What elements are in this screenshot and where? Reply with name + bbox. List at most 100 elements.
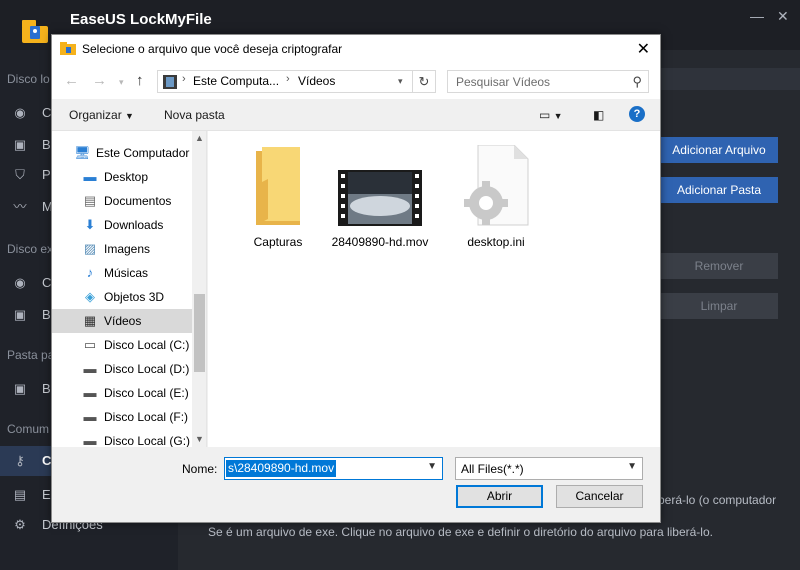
objects3d-icon: ◈	[85, 289, 95, 304]
pictures-icon: ▨	[83, 241, 97, 256]
scroll-down-icon[interactable]: ▼	[195, 434, 204, 444]
clear-button[interactable]: Limpar	[660, 293, 778, 319]
filetype-select[interactable]: All Files(*.*) ▼	[455, 457, 643, 480]
help-text-1: berá-lo (o computador	[658, 493, 777, 507]
navigation-bar: ← → ▾ ↑ › Este Computa... › Vídeos ▾ ↻ P…	[52, 63, 660, 99]
scroll-up-icon[interactable]: ▲	[195, 133, 204, 143]
file-item-video[interactable]: 28409890-hd.mov	[330, 145, 430, 265]
lock-icon: ▣	[13, 381, 27, 396]
gear-icon: ⚙	[14, 517, 26, 532]
videos-icon: ▦	[83, 313, 97, 328]
open-button[interactable]: Abrir	[456, 485, 543, 508]
refresh-icon[interactable]: ↻	[413, 70, 436, 93]
nav-item-documents[interactable]: ▤ Documentos	[52, 189, 192, 213]
drive-icon: ▬	[83, 433, 97, 447]
chevron-down-icon: ▼	[627, 461, 637, 472]
nav-item-drive-f[interactable]: ▬ Disco Local (F:)	[52, 405, 192, 429]
eye-hidden-icon: ◉	[14, 105, 26, 120]
up-arrow-icon[interactable]: ↑	[136, 72, 144, 89]
lock-icon: ▣	[13, 307, 27, 322]
nav-item-drive-e[interactable]: ▬ Disco Local (E:)	[52, 381, 192, 405]
app-name: EaseUS LockMyFile	[70, 11, 212, 28]
scrollbar-thumb[interactable]	[194, 294, 205, 372]
organize-button[interactable]: Organizar ▼	[69, 108, 134, 122]
documents-icon: ▤	[83, 193, 97, 208]
minimize-icon[interactable]: —	[750, 8, 764, 24]
chevron-down-icon[interactable]: ▼	[427, 461, 437, 472]
monitor-icon: 〰	[13, 199, 27, 214]
nav-item-videos[interactable]: ▦ Vídeos	[52, 309, 192, 333]
drive-icon: ▬	[83, 385, 97, 400]
new-folder-button[interactable]: Nova pasta	[164, 108, 225, 122]
drive-icon: ▬	[83, 361, 97, 376]
filename-value: s\28409890-hd.mov	[226, 460, 337, 477]
nav-item-downloads[interactable]: ⬇ Downloads	[52, 213, 192, 237]
videos-folder-icon	[163, 75, 177, 89]
chevron-down-icon: ▼	[125, 111, 134, 121]
remove-button[interactable]: Remover	[660, 253, 778, 279]
music-icon: ♪	[86, 265, 94, 280]
sidebar-section-local: Disco lo	[7, 72, 50, 86]
preview-pane-icon[interactable]: ◧	[593, 108, 604, 122]
view-options-icon[interactable]: ▭ ▼	[539, 108, 563, 122]
cancel-button[interactable]: Cancelar	[556, 485, 643, 508]
dialog-title: Selecione o arquivo que você deseja crip…	[82, 42, 343, 56]
nav-item-3d-objects[interactable]: ◈ Objetos 3D	[52, 285, 192, 309]
nav-item-drive-g[interactable]: ▬ Disco Local (G:)	[52, 429, 192, 447]
dialog-bottom-bar: Nome: s\28409890-hd.mov ▼ All Files(*.*)…	[52, 447, 660, 522]
file-item-folder[interactable]: Capturas	[228, 145, 328, 255]
filetype-value: All Files(*.*)	[461, 462, 524, 476]
filename-label: Nome:	[182, 462, 218, 476]
key-icon: ⚷	[15, 453, 25, 468]
forward-arrow-icon[interactable]: →	[92, 72, 107, 89]
computer-icon: 🖥	[74, 145, 91, 160]
breadcrumb-videos[interactable]: Vídeos	[298, 74, 335, 88]
nav-item-music[interactable]: ♪ Músicas	[52, 261, 192, 285]
navigation-pane: 🖥 Este Computador ▬ Desktop ▤ Documentos…	[52, 131, 207, 447]
chevron-right-icon: ›	[182, 73, 186, 85]
folder-icon	[256, 147, 300, 225]
search-placeholder: Pesquisar Vídeos	[456, 75, 551, 89]
close-icon[interactable]: ✕	[637, 39, 650, 59]
chevron-right-icon: ›	[286, 73, 290, 85]
nav-item-drive-d[interactable]: ▬ Disco Local (D:)	[52, 357, 192, 381]
nav-item-pictures[interactable]: ▨ Imagens	[52, 237, 192, 261]
nav-item-this-pc[interactable]: 🖥 Este Computador	[52, 141, 192, 165]
sidebar-section-external: Disco ex	[7, 242, 54, 256]
file-item-ini[interactable]: desktop.ini	[446, 145, 546, 255]
help-text-2: Se é um arquivo de exe. Clique no arquiv…	[208, 525, 713, 539]
nav-item-drive-c[interactable]: ▭ Disco Local (C:)	[52, 333, 192, 357]
add-file-button[interactable]: Adicionar Arquivo	[660, 137, 778, 163]
close-app-icon[interactable]: ✕	[777, 8, 789, 25]
open-file-dialog: Selecione o arquivo que você deseja crip…	[51, 34, 661, 523]
sidebar-section-shared: Pasta pa	[7, 348, 55, 362]
app-logo-icon	[22, 20, 48, 43]
file-list: Capturas 28409890-hd.mov desktop.ini	[208, 131, 660, 447]
dialog-toolbar: Organizar ▼ Nova pasta ▭ ▼ ◧ ?	[52, 99, 660, 131]
drive-icon: ▬	[83, 409, 97, 424]
address-bar[interactable]: › Este Computa... › Vídeos ▾	[157, 70, 413, 93]
dialog-titlebar: Selecione o arquivo que você deseja crip…	[52, 35, 660, 63]
back-arrow-icon[interactable]: ←	[64, 72, 79, 89]
recent-chevron-icon[interactable]: ▾	[119, 77, 124, 88]
video-thumbnail-icon	[338, 170, 422, 226]
lock-icon: ▣	[13, 137, 27, 152]
nav-item-desktop[interactable]: ▬ Desktop	[52, 165, 192, 189]
folder-lock-icon	[60, 42, 76, 55]
system-drive-icon: ▭	[83, 337, 97, 352]
breadcrumb-computer[interactable]: Este Computa...	[193, 74, 279, 88]
erase-icon: ▤	[13, 487, 27, 502]
downloads-icon: ⬇	[84, 217, 96, 232]
shield-icon: ⛉	[15, 167, 25, 182]
filename-input[interactable]: s\28409890-hd.mov ▼	[224, 457, 443, 480]
sidebar-section-common: Comum	[7, 422, 50, 436]
desktop-icon: ▬	[83, 169, 97, 184]
add-folder-button[interactable]: Adicionar Pasta	[660, 177, 778, 203]
help-icon[interactable]: ?	[629, 106, 645, 122]
search-input[interactable]: Pesquisar Vídeos ⚲	[447, 70, 649, 93]
search-icon: ⚲	[632, 74, 642, 89]
address-dropdown-icon[interactable]: ▾	[398, 76, 403, 87]
settings-file-icon	[464, 145, 529, 226]
eye-hidden-icon: ◉	[14, 275, 26, 290]
nav-scrollbar[interactable]: ▲ ▼	[192, 131, 206, 447]
